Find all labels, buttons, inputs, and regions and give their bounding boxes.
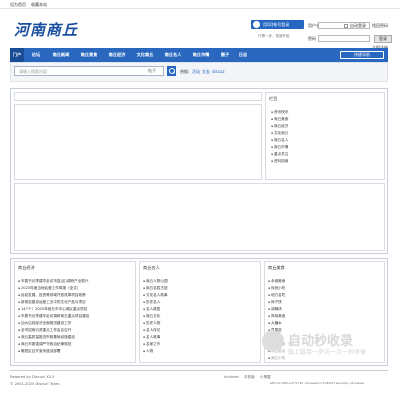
password-input[interactable] [318, 35, 370, 42]
forgot-password-link[interactable]: 找回密码 [372, 23, 388, 29]
sidebar-item[interactable]: 资料档案 [271, 159, 288, 164]
qq-login-button[interactable]: 用QQ帐号登录 [251, 20, 304, 29]
list-item[interactable]: 风味美食 [268, 314, 285, 319]
qq-icon [253, 21, 260, 28]
list-item[interactable]: 全市招商引资重点工作会议召开 [18, 328, 71, 333]
sidebar-item[interactable]: 文化商丘 [271, 131, 288, 136]
search-input[interactable]: 请输入搜索内容 [14, 66, 164, 76]
famous-title: 商丘名人 [143, 265, 160, 270]
list-item[interactable]: 名人轶事 [143, 335, 160, 340]
sidebar-box: 栏目 资讯快讯 商丘美食 商丘经济 文化商丘 商丘名人 商丘市情 重点关注 资料… [265, 92, 385, 180]
list-item[interactable]: 147个！2025年商丘市中心城区重点项目 [18, 307, 87, 312]
quick-nav-button[interactable]: 快捷导航 [340, 51, 384, 59]
remember-label: 自动登录 [350, 23, 366, 28]
list-item[interactable]: 民权发展、投资等领域开放改革项目政策 [18, 293, 86, 298]
sidebar-item[interactable]: 资讯快讯 [271, 110, 288, 115]
hot-search-label: 热搜: [180, 69, 190, 74]
topbar: 设为首页 收藏本站 [0, 0, 400, 9]
list-item[interactable]: 市委书记李建华走访调研商丘重点项目建设 [18, 314, 89, 319]
list-item[interactable]: 名家之作 [143, 342, 160, 347]
economy-box: 商丘经济 市委书记李建华走访市县(区)调研产业振兴 2025年度当地民营工作简报… [14, 261, 136, 363]
footer-archiver-link[interactable]: Archiver [224, 375, 239, 379]
list-item[interactable]: 地方名吃 [268, 293, 285, 298]
hot-search-item[interactable]: 交友 [202, 69, 210, 75]
qq-login-label: 用QQ帐号登录 [263, 22, 290, 27]
sidebar-item[interactable]: 商丘市情 [271, 145, 288, 150]
nav-item-circle[interactable]: 圈子 [218, 48, 232, 62]
famous-box: 商丘名人 商丘人物公园 商丘名胜古迹 文化名人故事 历史名人 名人故居 商丘文化… [139, 261, 261, 363]
list-item[interactable]: 胡辣汤 [268, 307, 282, 312]
sidebar-item[interactable]: 商丘美食 [271, 117, 288, 122]
nav-item-news[interactable]: 商丘新闻 [50, 48, 72, 62]
footer-powered[interactable]: Powered by Discuz! X3.5 [10, 375, 55, 379]
list-item[interactable]: 文化名人故事 [143, 293, 168, 298]
nav-item-culture[interactable]: 文化商丘 [134, 48, 156, 62]
list-item[interactable]: 历史人物 [143, 321, 160, 326]
list-item[interactable]: 名人传记 [143, 328, 160, 333]
list-item[interactable]: 垛子饼 [268, 300, 282, 305]
list-item[interactable]: 商丘名胜古迹 [143, 286, 168, 291]
hot-search-item[interactable]: 活动 [192, 69, 200, 75]
nav-item-food[interactable]: 商丘美食 [78, 48, 100, 62]
list-item[interactable]: 商丘市委强调严守政治纪律规范 [18, 342, 71, 347]
wide-block [14, 183, 385, 251]
list-item[interactable]: 传统小吃 [268, 286, 285, 291]
footer-copyright: © 2001-2025 Discuz! Team. [10, 382, 61, 386]
list-item[interactable]: 新常态建设运营工业中的文化产品与项目 [18, 300, 86, 305]
hot-search-item[interactable]: discuz [212, 69, 225, 74]
list-item[interactable]: 商丘人物公园 [143, 279, 168, 284]
watermark-subtext: 做上链接一来访一次一秒收录 [288, 349, 367, 356]
list-item[interactable]: 睢阳区召开宣传座谈部署 [18, 349, 61, 354]
login-button[interactable]: 登录 [374, 35, 392, 43]
food-title: 商丘美食 [268, 265, 285, 270]
qq-login-tip: 只需一步，快速开始 [258, 34, 290, 38]
nav-item-famous[interactable]: 商丘名人 [162, 48, 184, 62]
list-item[interactable]: 加大沿线经济全面推进建设工作 [18, 321, 71, 326]
nav-item-portal[interactable]: 门户 [10, 48, 24, 62]
economy-title: 商丘经济 [18, 265, 35, 270]
content-block [14, 104, 262, 180]
list-item[interactable]: 人物 [143, 349, 153, 354]
search-icon[interactable] [167, 66, 176, 76]
footer-mobile-link[interactable]: 手机版 [244, 375, 255, 380]
watermark-logo-icon [262, 330, 284, 352]
list-item[interactable]: 市委书记李建华走访市县(区)调研产业振兴 [18, 279, 89, 284]
list-item[interactable]: 大糖水 [268, 321, 282, 326]
sidebar-title: 栏目 [269, 96, 278, 101]
list-item[interactable]: 2025年度当地民营工作简报（全文） [18, 286, 80, 291]
set-homepage-link[interactable]: 设为首页 [10, 2, 26, 8]
password-label: 密码 [308, 36, 316, 41]
nav-item-forum[interactable]: 论坛 [29, 48, 43, 62]
sidebar-item[interactable]: 商丘名人 [271, 138, 288, 143]
footer-blackroom-link[interactable]: 小黑屋 [260, 375, 271, 380]
slider-header [14, 92, 262, 101]
nav-item-blog[interactable]: 日志 [236, 48, 250, 62]
list-item[interactable]: 商丘高质量推进市政基础设施建设 [18, 335, 75, 340]
remember-checkbox[interactable] [344, 24, 348, 28]
main-nav: 门户 论坛 商丘新闻 商丘美食 商丘经济 文化商丘 商丘名人 商丘市情 圈子 日… [10, 48, 388, 62]
nav-item-economy[interactable]: 商丘经济 [106, 48, 128, 62]
footer-stats: GMT+8, 2025-2-27 07:44 , Processed in 0.… [270, 382, 366, 385]
list-item[interactable]: 名人故居 [143, 307, 160, 312]
site-logo[interactable]: 河南商丘 [14, 19, 78, 40]
sidebar-item[interactable]: 商丘经济 [271, 124, 288, 129]
search-type-select[interactable]: 帖子 [148, 68, 156, 74]
list-item[interactable]: 商丘文化 [143, 314, 160, 319]
footer-divider [10, 370, 388, 371]
sidebar-item[interactable]: 重点关注 [271, 152, 288, 157]
search-placeholder: 请输入搜索内容 [19, 69, 47, 74]
list-item[interactable]: 商丘小吃 [268, 356, 285, 361]
list-item[interactable]: 历史名人 [143, 300, 160, 305]
bookmark-link[interactable]: 收藏本站 [31, 2, 47, 8]
nav-item-city[interactable]: 商丘市情 [190, 48, 212, 62]
list-item[interactable]: 永城美食 [268, 279, 285, 284]
